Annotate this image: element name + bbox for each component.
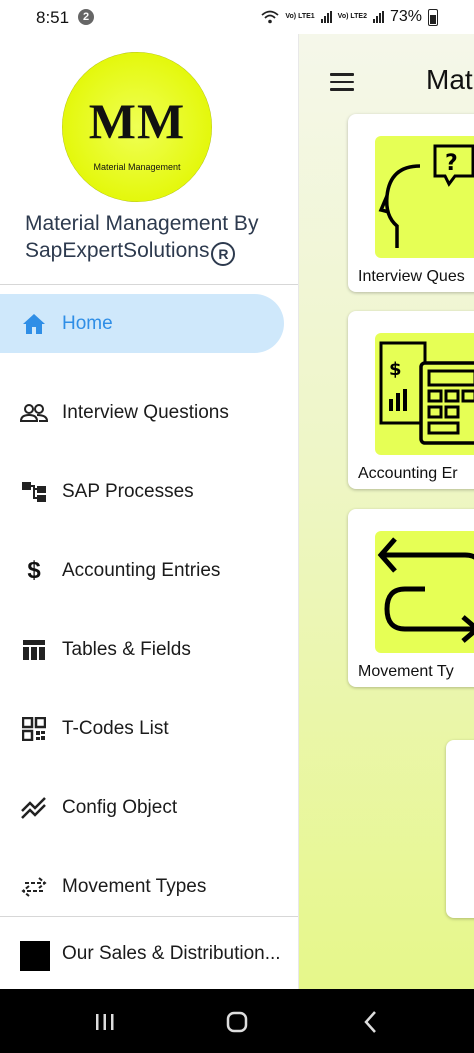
notification-badge: 2 (78, 9, 94, 25)
card-label: Movement Ty (358, 663, 454, 680)
lte1-label: Vo) LTE1 (285, 13, 315, 20)
status-icons: Vo) LTE1 Vo) LTE2 73% (261, 8, 438, 26)
drawer-item-config-object[interactable]: Config Object (0, 768, 298, 847)
drawer-item-label: Config Object (62, 796, 178, 818)
signal2-icon (372, 11, 384, 23)
drawer-item-label: Movement Types (62, 875, 207, 897)
drawer-header: MM Material Management Material Manageme… (0, 34, 298, 285)
drawer-item-label: Our Sales & Distribution... (62, 943, 281, 964)
drawer-divider (0, 916, 298, 917)
app-logo: MM Material Management (62, 52, 212, 202)
main-content: Mat ? Interview Ques $ Accounting Er Mov… (298, 34, 474, 989)
battery-icon (428, 8, 438, 26)
qr-icon (20, 715, 48, 743)
recent-apps-icon[interactable] (90, 1007, 120, 1037)
menu-icon[interactable] (330, 73, 354, 96)
registered-icon: R (211, 242, 236, 266)
swap-icon (20, 873, 48, 901)
card-label: Interview Ques (358, 268, 465, 285)
svg-text:?: ? (445, 151, 458, 176)
status-time: 8:51 (36, 8, 70, 27)
card-interview-questions[interactable]: ? Interview Ques (348, 114, 474, 292)
drawer-item-accounting-entries[interactable]: $ Accounting Entries (0, 531, 298, 610)
home-nav-icon[interactable] (222, 1007, 252, 1037)
hierarchy-icon (20, 478, 48, 506)
lte2-label: Vo) LTE2 (337, 13, 367, 20)
app-name-line1: Material Management By (25, 212, 259, 235)
calculator-icon: $ (375, 333, 474, 455)
drawer-item-label: Home (62, 312, 113, 334)
signal1-icon (320, 11, 332, 23)
drawer-item-tcodes-list[interactable]: T-Codes List (0, 689, 298, 768)
home-icon (20, 310, 48, 338)
sales-app-icon (20, 941, 50, 971)
head-question-icon: ? (375, 136, 474, 258)
svg-text:$: $ (389, 359, 402, 380)
logo-text: MM (88, 93, 186, 149)
drawer-item-movement-types[interactable]: Movement Types (0, 847, 298, 926)
wifi-icon (261, 10, 279, 24)
drawer-item-interview-questions[interactable]: Interview Questions (0, 373, 298, 452)
drawer-item-sales-distribution[interactable]: Our Sales & Distribution... (0, 923, 298, 989)
page-title: Mat (426, 64, 473, 95)
drawer-item-home[interactable]: Home (0, 294, 298, 353)
trend-icon (20, 794, 48, 822)
app-name-line2: SapExpertSolutions (25, 239, 210, 262)
status-bar: 8:51 2 Vo) LTE1 Vo) LTE2 73% (0, 0, 474, 34)
drawer-item-label: T-Codes List (62, 717, 169, 739)
system-nav-bar (0, 989, 474, 1053)
people-icon (20, 399, 48, 427)
card-partial[interactable] (446, 740, 474, 918)
table-icon (20, 636, 48, 664)
logo-subtitle: Material Management (93, 162, 181, 172)
drawer-item-label: Interview Questions (62, 401, 229, 423)
drawer-item-label: Tables & Fields (62, 638, 191, 660)
drawer-item-label: SAP Processes (62, 480, 194, 502)
drawer-item-tables-fields[interactable]: Tables & Fields (0, 610, 298, 689)
loop-arrows-icon (375, 531, 474, 653)
back-icon[interactable] (356, 1007, 386, 1037)
drawer-item-sap-processes[interactable]: SAP Processes (0, 452, 298, 531)
app-name: Material Management By SapExpertSolution… (25, 210, 258, 266)
card-label: Accounting Er (358, 465, 458, 482)
card-movement-types[interactable]: Movement Ty (348, 509, 474, 687)
dollar-icon: $ (27, 556, 41, 584)
drawer-menu: Home Interview Questions SAP Processes $… (0, 294, 298, 926)
navigation-drawer: MM Material Management Material Manageme… (0, 34, 299, 989)
card-accounting-entries[interactable]: $ Accounting Er (348, 311, 474, 489)
battery-percent: 73% (389, 8, 422, 25)
drawer-item-label: Accounting Entries (62, 559, 221, 581)
